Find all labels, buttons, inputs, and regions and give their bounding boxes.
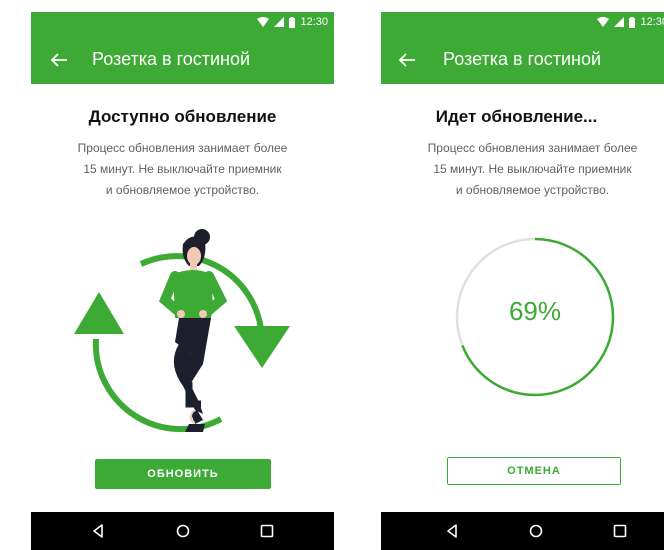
main-content: Идет обновление... Процесс обновления за… — [381, 84, 664, 512]
main-content: Доступно обновление Процесс обновления з… — [31, 84, 334, 512]
update-button[interactable]: ОБНОВИТЬ — [95, 459, 271, 489]
system-nav-bar — [381, 512, 664, 550]
description-line: Процесс обновления занимает более — [427, 141, 638, 155]
app-bar: Розетка в гостиной — [31, 36, 334, 84]
status-bar: 12:30 — [31, 12, 334, 36]
nav-home-icon[interactable] — [175, 523, 191, 539]
app-bar: Розетка в гостиной — [381, 36, 664, 84]
update-description: Процесс обновления занимает более 15 мин… — [53, 138, 312, 201]
wifi-icon — [257, 17, 270, 27]
page-title: Розетка в гостиной — [92, 49, 251, 69]
system-nav-bar — [31, 512, 334, 550]
description-line: Процесс обновления занимает более — [77, 141, 288, 155]
progress-heading: Идет обновление... — [435, 107, 598, 126]
description-line: и обновляемое устройство. — [105, 183, 260, 197]
update-available-screen: 12:30 Розетка в гостиной Доступно обновл… — [31, 12, 334, 550]
nav-back-icon[interactable] — [90, 523, 106, 539]
nav-back-icon[interactable] — [444, 523, 460, 539]
update-cycle-illustration — [74, 229, 290, 433]
progress-percent: 69% — [508, 296, 562, 326]
nav-recents-icon[interactable] — [612, 523, 628, 539]
person-figure — [158, 229, 228, 432]
status-time: 12:30 — [300, 16, 328, 28]
description-line: 15 минут. Не выключайте приемник — [433, 162, 632, 176]
description-line: и обновляемое устройство. — [455, 183, 610, 197]
signal-icon — [274, 17, 285, 27]
signal-icon — [614, 17, 625, 27]
arrow-down-icon — [234, 326, 290, 368]
progress-description: Процесс обновления занимает более 15 мин… — [391, 138, 664, 201]
arrow-up-icon — [74, 292, 124, 334]
status-time: 12:30 — [640, 16, 664, 28]
battery-icon — [289, 16, 296, 28]
wifi-icon — [597, 17, 610, 27]
update-heading: Доступно обновление — [88, 107, 277, 126]
nav-recents-icon[interactable] — [259, 523, 275, 539]
cancel-button[interactable]: ОТМЕНА — [447, 457, 621, 485]
page-title: Розетка в гостиной — [443, 49, 602, 69]
status-bar: 12:30 — [381, 12, 664, 36]
battery-icon — [629, 16, 636, 28]
back-arrow-icon[interactable] — [395, 48, 419, 72]
nav-home-icon[interactable] — [528, 523, 544, 539]
progress-indicator: 69% — [454, 236, 616, 398]
description-line: 15 минут. Не выключайте приемник — [83, 162, 282, 176]
back-arrow-icon[interactable] — [47, 48, 71, 72]
update-in-progress-screen: 12:30 Розетка в гостиной Идет обновление… — [381, 12, 664, 550]
